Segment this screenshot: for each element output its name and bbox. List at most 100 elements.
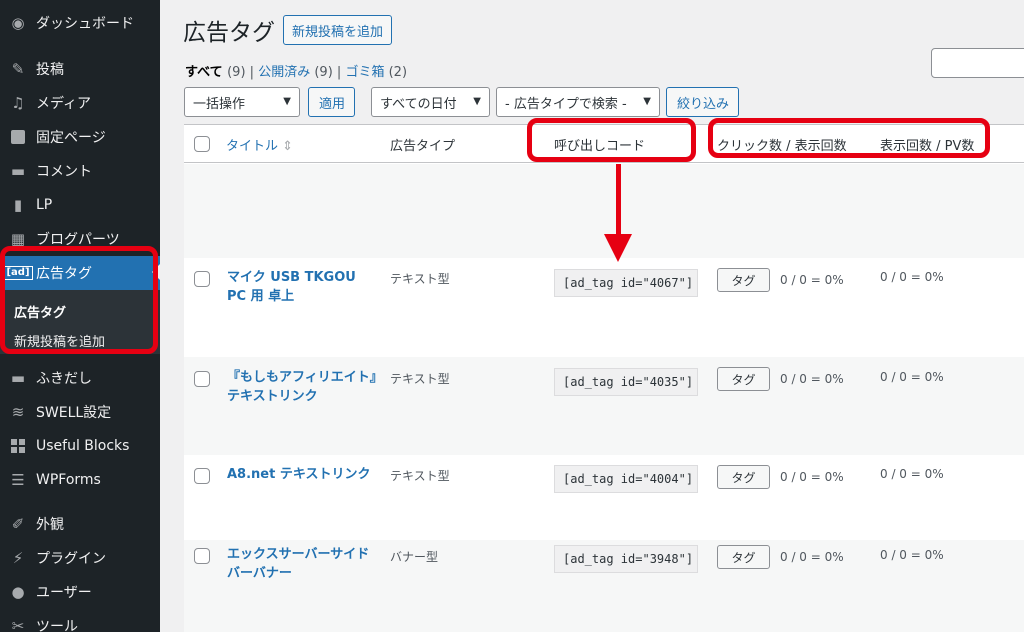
- filter-published[interactable]: 公開済み (9): [258, 65, 333, 80]
- table-row: エックスサーバーサイドバーバナー バナー型 [ad_tag id="3948"]…: [184, 540, 1024, 632]
- chevron-down-icon: ▼: [283, 96, 291, 107]
- row-click-rate: 0 / 0 = 0%: [780, 372, 844, 386]
- filter-trash[interactable]: ゴミ箱 (2): [345, 65, 407, 80]
- row-tag-button[interactable]: タグ: [717, 545, 770, 569]
- row-ad-type: テキスト型: [390, 372, 450, 386]
- row-title-link[interactable]: A8.net テキストリンク: [227, 465, 377, 484]
- filter-button[interactable]: 絞り込み: [666, 87, 739, 117]
- menu-label: メディア: [36, 96, 92, 112]
- menu-item-media[interactable]: ♫ メディア: [0, 86, 160, 120]
- row-view-rate: 0 / 0 = 0%: [880, 548, 944, 562]
- filter-separator: |: [249, 65, 255, 80]
- row-checkbox[interactable]: [194, 548, 210, 564]
- sort-icon: ⇕: [282, 139, 294, 154]
- menu-item-swell-settings[interactable]: ≋ SWELL設定: [0, 395, 160, 429]
- page-icon: [0, 130, 36, 144]
- row-checkbox[interactable]: [194, 468, 210, 484]
- pin-icon: ✎: [11, 60, 25, 78]
- menu-label: ダッシュボード: [36, 16, 134, 32]
- row-click-rate: 0 / 0 = 0%: [780, 470, 844, 484]
- menu-label: プラグイン: [36, 551, 106, 567]
- table-row: マイク USB TKGOU PC 用 卓上 テキスト型 [ad_tag id="…: [184, 258, 1024, 357]
- menu-item-wpforms[interactable]: ☰ WPForms: [0, 463, 160, 497]
- menu-label: 外観: [36, 517, 64, 533]
- row-checkbox[interactable]: [194, 271, 210, 287]
- row-view-rate: 0 / 0 = 0%: [880, 467, 944, 481]
- menu-label: ツール: [36, 619, 78, 632]
- annotation-arrow-shaft: [616, 164, 621, 236]
- plugin-icon: ⚡: [12, 549, 24, 567]
- dashboard-icon: ◉: [11, 14, 25, 32]
- row-click-rate: 0 / 0 = 0%: [780, 550, 844, 564]
- swell-icon: ≋: [11, 403, 25, 421]
- menu-label: 固定ページ: [36, 130, 106, 146]
- annotation-box-ad-menu: [0, 246, 158, 354]
- select-all-checkbox[interactable]: [194, 136, 210, 152]
- speech-bubble-icon: ▬: [10, 369, 26, 387]
- ad-tag-table: タイトル ⇕ 広告タイプ 呼び出しコード クリック数 / 表示回数 表示回数 /…: [184, 124, 1024, 632]
- menu-item-useful-blocks[interactable]: Useful Blocks: [0, 429, 160, 463]
- chevron-down-icon: ▼: [473, 96, 481, 107]
- status-filter-links: すべて (9) | 公開済み (9) | ゴミ箱 (2): [185, 61, 407, 80]
- page-title: 広告タグ: [183, 20, 275, 46]
- table-row: 『もしもアフィリエイト』テキストリンク テキスト型 [ad_tag id="40…: [184, 357, 1024, 455]
- row-tag-button[interactable]: タグ: [717, 465, 770, 489]
- menu-item-dashboard[interactable]: ◉ ダッシュボード: [0, 6, 160, 40]
- apply-button[interactable]: 適用: [308, 87, 355, 117]
- row-shortcode[interactable]: [ad_tag id="4067"]: [554, 269, 698, 297]
- annotation-box-stats-columns: [708, 118, 990, 158]
- menu-item-comments[interactable]: ▬ コメント: [0, 154, 160, 188]
- row-ad-type: バナー型: [390, 550, 439, 564]
- row-title-link[interactable]: エックスサーバーサイドバーバナー: [227, 545, 377, 583]
- user-icon: ●: [11, 583, 25, 601]
- row-shortcode[interactable]: [ad_tag id="4035"]: [554, 368, 698, 396]
- filter-separator: |: [336, 65, 342, 80]
- menu-item-lp[interactable]: ▮ LP: [0, 188, 160, 222]
- row-title-link[interactable]: マイク USB TKGOU PC 用 卓上: [227, 268, 377, 306]
- chevron-down-icon: ▼: [643, 96, 651, 107]
- menu-label: ふきだし: [36, 371, 92, 387]
- document-icon: ▮: [13, 196, 23, 214]
- row-ad-type: テキスト型: [390, 469, 450, 483]
- annotation-box-shortcode-column: [527, 118, 696, 162]
- menu-item-pages[interactable]: 固定ページ: [0, 120, 160, 154]
- row-tag-button[interactable]: タグ: [717, 268, 770, 292]
- tools-icon: ✂: [11, 617, 25, 632]
- menu-label: 投稿: [36, 62, 64, 78]
- menu-label: SWELL設定: [36, 405, 112, 421]
- forms-icon: ☰: [11, 471, 25, 489]
- menu-label: LP: [36, 197, 53, 213]
- brush-icon: ✐: [11, 515, 25, 533]
- blocks-icon: [0, 439, 36, 453]
- menu-label: WPForms: [36, 472, 101, 488]
- row-click-rate: 0 / 0 = 0%: [780, 273, 844, 287]
- row-tag-button[interactable]: タグ: [717, 367, 770, 391]
- menu-label: Useful Blocks: [36, 438, 130, 454]
- column-title[interactable]: タイトル ⇕: [226, 135, 293, 154]
- menu-item-tools[interactable]: ✂ ツール: [0, 609, 160, 632]
- menu-item-fukidashi[interactable]: ▬ ふきだし: [0, 361, 160, 395]
- comment-icon: ▬: [10, 162, 26, 180]
- row-ad-type: テキスト型: [390, 272, 450, 286]
- row-checkbox[interactable]: [194, 371, 210, 387]
- row-title-link[interactable]: 『もしもアフィリエイト』テキストリンク: [227, 368, 377, 406]
- table-row: A8.net テキストリンク テキスト型 [ad_tag id="4004"] …: [184, 455, 1024, 540]
- menu-label: コメント: [36, 164, 92, 180]
- menu-item-plugins[interactable]: ⚡ プラグイン: [0, 541, 160, 575]
- filter-all[interactable]: すべて (9): [185, 65, 246, 80]
- menu-item-appearance[interactable]: ✐ 外観: [0, 507, 160, 541]
- menu-item-posts[interactable]: ✎ 投稿: [0, 52, 160, 86]
- ad-type-filter-select[interactable]: - 広告タイプで検索 - ▼: [496, 87, 660, 117]
- search-input[interactable]: [931, 48, 1024, 78]
- menu-label: ユーザー: [36, 585, 92, 601]
- media-icon: ♫: [11, 94, 25, 112]
- add-new-button[interactable]: 新規投稿を追加: [283, 15, 393, 45]
- row-view-rate: 0 / 0 = 0%: [880, 270, 944, 284]
- row-view-rate: 0 / 0 = 0%: [880, 370, 944, 384]
- row-shortcode[interactable]: [ad_tag id="3948"]: [554, 545, 698, 573]
- date-filter-select[interactable]: すべての日付 ▼: [371, 87, 490, 117]
- column-ad-type: 広告タイプ: [390, 139, 456, 154]
- menu-item-users[interactable]: ● ユーザー: [0, 575, 160, 609]
- bulk-action-select[interactable]: 一括操作 ▼: [184, 87, 300, 117]
- row-shortcode[interactable]: [ad_tag id="4004"]: [554, 465, 698, 493]
